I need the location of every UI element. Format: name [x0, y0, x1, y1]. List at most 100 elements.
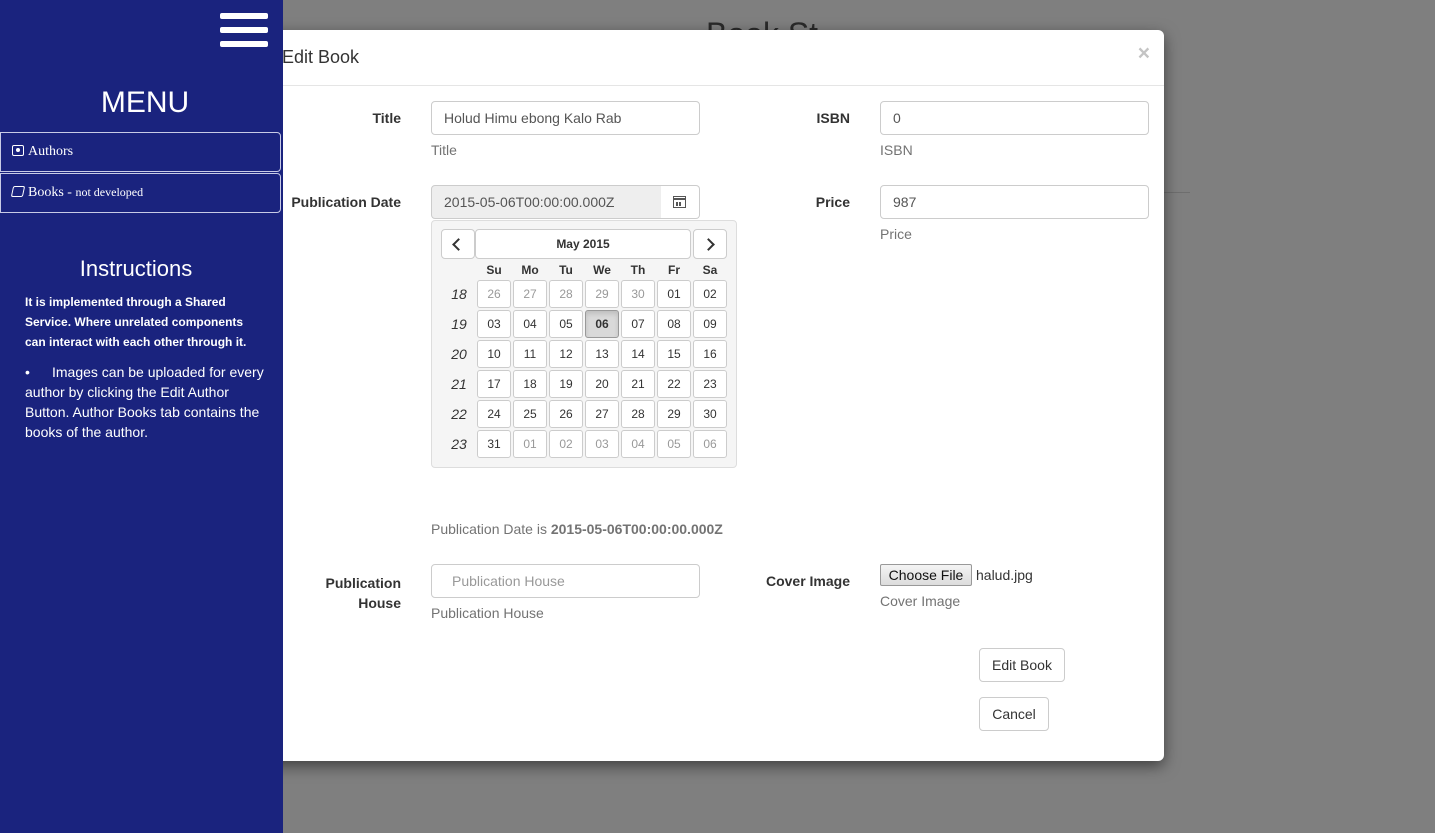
datepicker-day-of-week: Sa — [702, 263, 718, 277]
datepicker-day-of-week: Fr — [668, 263, 680, 277]
cover-image-label: Cover Image — [765, 573, 850, 589]
datepicker-day[interactable]: 30 — [693, 400, 727, 428]
datepicker-day[interactable]: 15 — [657, 340, 691, 368]
datepicker-day[interactable]: 30 — [621, 280, 655, 308]
datepicker-day[interactable]: 04 — [621, 430, 655, 458]
price-input[interactable]: 987 — [880, 185, 1149, 219]
datepicker-day-of-week: Th — [630, 263, 646, 277]
selected-file-name: halud.jpg — [976, 567, 1033, 583]
publication-house-label: Publication House — [325, 575, 401, 611]
datepicker-day[interactable]: 06 — [693, 430, 727, 458]
datepicker-day[interactable]: 28 — [549, 280, 583, 308]
instructions-title: Instructions — [79, 256, 193, 281]
modal-title: Edit Book — [282, 47, 360, 67]
datepicker-day[interactable]: 13 — [585, 340, 619, 368]
instructions-text: It is implemented through a Shared Servi… — [25, 295, 247, 349]
datepicker-day[interactable]: 29 — [585, 280, 619, 308]
edit-book-button[interactable]: Edit Book — [979, 648, 1065, 682]
datepicker-day[interactable]: 05 — [657, 430, 691, 458]
datepicker-prev-button[interactable] — [441, 229, 475, 259]
cancel-button[interactable]: Cancel — [979, 697, 1049, 731]
address-book-icon — [12, 145, 24, 156]
datepicker-day[interactable]: 10 — [477, 340, 511, 368]
datepicker-day[interactable]: 18 — [513, 370, 547, 398]
book-icon — [10, 186, 26, 197]
datepicker-day[interactable]: 19 — [549, 370, 583, 398]
datepicker-day[interactable]: 29 — [657, 400, 691, 428]
datepicker-day[interactable]: 27 — [585, 400, 619, 428]
instructions-list: Images can be uploaded for every author … — [25, 362, 265, 442]
datepicker-day[interactable]: 03 — [585, 430, 619, 458]
menu-title: MENU — [100, 86, 190, 119]
datepicker-day[interactable]: 02 — [693, 280, 727, 308]
modal-header: Edit Book × — [262, 30, 1164, 86]
datepicker-day[interactable]: 04 — [513, 310, 547, 338]
isbn-input[interactable]: 0 — [880, 101, 1149, 135]
datepicker-day-of-week: Tu — [559, 263, 573, 277]
publication-date-label: Publication Date — [291, 194, 401, 210]
datepicker-day[interactable]: 28 — [621, 400, 655, 428]
datepicker-day[interactable]: 09 — [693, 310, 727, 338]
datepicker-week-number: 21 — [451, 376, 467, 392]
title-input[interactable]: Holud Himu ebong Kalo Rab — [431, 101, 700, 135]
calendar-icon — [673, 196, 686, 208]
datepicker-day[interactable]: 12 — [549, 340, 583, 368]
background-divider — [1160, 192, 1190, 193]
publication-date-input: 2015-05-06T00:00:00.000Z — [431, 185, 662, 219]
sidebar-item-books[interactable]: Books - not developed — [0, 173, 281, 213]
close-icon[interactable]: × — [1138, 42, 1150, 66]
chevron-left-icon — [452, 238, 465, 251]
hamburger-menu-icon[interactable] — [220, 13, 268, 55]
datepicker: May 2015 Su Mo Tu We Th Fr Sa 18 26 27 28 29 30 01 02 1… — [431, 220, 737, 468]
calendar-button[interactable] — [661, 185, 700, 219]
datepicker-day[interactable]: 14 — [621, 340, 655, 368]
datepicker-week-number: 18 — [451, 286, 467, 302]
chevron-right-icon — [702, 238, 715, 251]
sidebar: MENU Authors Books - not developed Instr… — [0, 0, 283, 833]
datepicker-day[interactable]: 20 — [585, 370, 619, 398]
isbn-label: ISBN — [816, 110, 850, 126]
sidebar-item-label: Authors — [28, 144, 74, 159]
datepicker-day[interactable]: 07 — [621, 310, 655, 338]
datepicker-day[interactable]: 08 — [657, 310, 691, 338]
publication-date-value: 2015-05-06T00:00:00.000Z — [550, 521, 723, 537]
datepicker-day[interactable]: 03 — [477, 310, 511, 338]
title-label: Title — [372, 110, 401, 126]
cover-image-help: Cover Image — [880, 593, 961, 609]
datepicker-day[interactable]: 22 — [657, 370, 691, 398]
datepicker-day-of-week: Su — [486, 263, 502, 277]
sidebar-item-note: not developed — [75, 185, 144, 199]
datepicker-day[interactable]: 17 — [477, 370, 511, 398]
price-help: Price — [880, 226, 912, 242]
publication-house-input[interactable]: Publication House — [431, 564, 700, 598]
price-label: Price — [815, 194, 850, 210]
datepicker-day[interactable]: 05 — [549, 310, 583, 338]
datepicker-day[interactable]: 02 — [549, 430, 583, 458]
datepicker-month-button[interactable]: May 2015 — [475, 229, 691, 259]
datepicker-week-number: 19 — [451, 316, 467, 332]
sidebar-item-authors[interactable]: Authors — [0, 132, 281, 172]
datepicker-next-button[interactable] — [693, 229, 727, 259]
datepicker-day[interactable]: 26 — [477, 280, 511, 308]
datepicker-day[interactable]: 21 — [621, 370, 655, 398]
choose-file-button[interactable]: Choose File — [880, 564, 972, 586]
datepicker-day[interactable]: 01 — [513, 430, 547, 458]
datepicker-day[interactable]: 31 — [477, 430, 511, 458]
datepicker-day-selected[interactable]: 06 — [585, 310, 619, 338]
datepicker-week-number: 22 — [451, 406, 467, 422]
datepicker-day[interactable]: 16 — [693, 340, 727, 368]
datepicker-day[interactable]: 23 — [693, 370, 727, 398]
datepicker-day[interactable]: 26 — [549, 400, 583, 428]
datepicker-day[interactable]: 25 — [513, 400, 547, 428]
publication-house-help: Publication House — [431, 605, 544, 621]
datepicker-day[interactable]: 11 — [513, 340, 547, 368]
datepicker-day-of-week: Mo — [521, 263, 539, 277]
edit-book-modal: Edit Book × Title Holud Himu ebong Kalo … — [262, 30, 1164, 761]
datepicker-day[interactable]: 01 — [657, 280, 691, 308]
datepicker-day[interactable]: 27 — [513, 280, 547, 308]
datepicker-day[interactable]: 24 — [477, 400, 511, 428]
sidebar-item-label: Books - — [28, 185, 76, 200]
datepicker-week-number: 20 — [451, 346, 467, 362]
list-item: Images can be uploaded for every author … — [25, 362, 265, 442]
datepicker-week-number: 23 — [451, 436, 467, 452]
